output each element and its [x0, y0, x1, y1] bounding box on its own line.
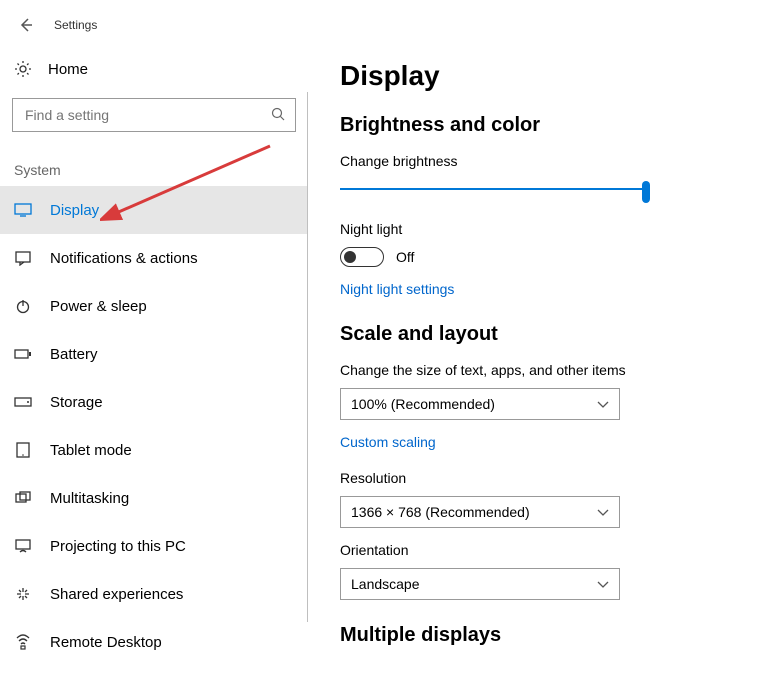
sidebar-item-power[interactable]: Power & sleep [0, 282, 308, 330]
search-input[interactable] [23, 106, 259, 124]
projecting-icon [14, 537, 32, 555]
search-icon [271, 107, 285, 124]
custom-scaling-link[interactable]: Custom scaling [340, 434, 436, 450]
brightness-slider-label: Change brightness [340, 153, 742, 169]
sidebar-item-label: Battery [50, 346, 98, 363]
notification-icon [14, 249, 32, 267]
sidebar-item-notifications[interactable]: Notifications & actions [0, 234, 308, 282]
sidebar-group-label: System [14, 162, 308, 178]
home-button[interactable]: Home [0, 54, 308, 84]
toggle-knob [344, 251, 356, 263]
shared-icon [14, 585, 32, 603]
sidebar-item-label: Projecting to this PC [50, 538, 186, 555]
sidebar-item-label: Notifications & actions [50, 250, 198, 267]
home-label: Home [48, 61, 88, 78]
titlebar: Settings [0, 0, 772, 40]
window-title: Settings [54, 18, 97, 32]
scale-value: 100% (Recommended) [351, 396, 495, 412]
slider-track [340, 188, 650, 190]
power-icon [14, 297, 32, 315]
main-content: Display Brightness and color Change brig… [308, 40, 772, 677]
sidebar-item-label: Shared experiences [50, 586, 183, 603]
sidebar-item-label: Remote Desktop [50, 634, 162, 651]
remote-icon [14, 633, 32, 651]
chevron-down-icon [597, 576, 609, 592]
brightness-section-title: Brightness and color [340, 114, 742, 137]
orientation-dropdown[interactable]: Landscape [340, 568, 620, 600]
sidebar-item-multitasking[interactable]: Multitasking [0, 474, 308, 522]
orientation-label: Orientation [340, 542, 742, 558]
tablet-icon [14, 441, 32, 459]
resolution-dropdown[interactable]: 1366 × 768 (Recommended) [340, 496, 620, 528]
storage-icon [14, 393, 32, 411]
nightlight-state: Off [396, 249, 414, 265]
sidebar-item-label: Power & sleep [50, 298, 147, 315]
scale-dropdown[interactable]: 100% (Recommended) [340, 388, 620, 420]
nightlight-label: Night light [340, 221, 742, 237]
gear-icon [14, 60, 32, 78]
resolution-label: Resolution [340, 470, 742, 486]
sidebar-item-remote[interactable]: Remote Desktop [0, 618, 308, 666]
multitasking-icon [14, 489, 32, 507]
nightlight-settings-link[interactable]: Night light settings [340, 281, 454, 297]
sidebar-item-label: Display [50, 202, 99, 219]
monitor-icon [14, 201, 32, 219]
sidebar-item-display[interactable]: Display [0, 186, 308, 234]
sidebar-item-shared[interactable]: Shared experiences [0, 570, 308, 618]
scale-section-title: Scale and layout [340, 323, 742, 346]
sidebar-item-storage[interactable]: Storage [0, 378, 308, 426]
sidebar-item-label: Tablet mode [50, 442, 132, 459]
resolution-value: 1366 × 768 (Recommended) [351, 504, 530, 520]
sidebar-item-battery[interactable]: Battery [0, 330, 308, 378]
sidebar-item-label: Storage [50, 394, 103, 411]
sidebar: Home System Display Notifications & acti… [0, 40, 308, 677]
chevron-down-icon [597, 396, 609, 412]
orientation-value: Landscape [351, 576, 420, 592]
back-button[interactable] [14, 13, 38, 37]
vertical-divider [307, 92, 308, 622]
sidebar-item-label: Multitasking [50, 490, 129, 507]
search-input-container[interactable] [12, 98, 296, 132]
battery-icon [14, 345, 32, 363]
slider-thumb[interactable] [642, 181, 650, 203]
scale-label: Change the size of text, apps, and other… [340, 362, 742, 378]
arrow-left-icon [18, 17, 34, 33]
page-title: Display [340, 60, 742, 92]
sidebar-item-projecting[interactable]: Projecting to this PC [0, 522, 308, 570]
nightlight-toggle[interactable] [340, 247, 384, 267]
sidebar-item-tablet[interactable]: Tablet mode [0, 426, 308, 474]
chevron-down-icon [597, 504, 609, 520]
multiple-displays-title: Multiple displays [340, 624, 742, 647]
brightness-slider[interactable] [340, 179, 650, 199]
